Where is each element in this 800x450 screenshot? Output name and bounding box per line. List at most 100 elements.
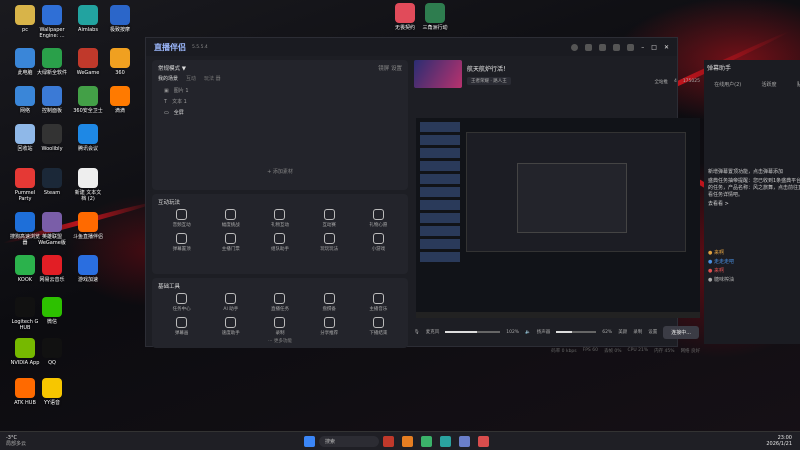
speaker-icon[interactable]: 🔈 <box>525 330 531 335</box>
feature-item[interactable]: 组队助手 <box>256 233 303 252</box>
desktop-icon[interactable]: 极致按摩 <box>100 5 140 33</box>
feature-item[interactable]: 礼物互动 <box>256 209 303 228</box>
search-box[interactable]: 搜索 <box>319 435 379 447</box>
live-companion-window[interactable]: 直播伴侣 5.5.5.4 – □ ✕ 常规模式 ▼ 镜屏 设置 我的场景 互动 … <box>145 37 800 354</box>
feature-item[interactable]: 直播任务 <box>256 293 303 312</box>
record-button[interactable]: 录制 <box>633 329 642 335</box>
add-material-button[interactable]: + 添加素材 <box>158 168 402 175</box>
user-entry[interactable]: ● 来啊 <box>704 267 800 276</box>
scene-mode-select[interactable]: 常规模式 ▼ <box>158 64 186 72</box>
feature-item[interactable]: 礼物心愿 <box>355 209 402 228</box>
desktop-icon[interactable]: 英雄联盟 WeGame版 <box>32 212 72 246</box>
user-entry[interactable]: ● 来啊 <box>704 249 800 258</box>
desktop-icon[interactable]: 360 <box>100 48 140 76</box>
feature-item[interactable]: AI 助手 <box>207 293 254 312</box>
scene-item[interactable]: ▭ 全屏 <box>158 107 402 118</box>
start-stream-button[interactable]: 连接中... <box>663 325 699 339</box>
app-icon <box>110 86 130 106</box>
speaker-volume-slider[interactable] <box>556 331 597 333</box>
view-link[interactable]: 去看看 > <box>704 200 800 209</box>
desktop-icon[interactable]: 新建 文本文 档 (2) <box>68 168 108 202</box>
pinned-app-icon[interactable] <box>402 435 413 447</box>
desktop-icon[interactable]: Wallpaper Engine: ... <box>32 5 72 39</box>
desktop-icon-label: 英雄联盟 WeGame版 <box>38 234 66 246</box>
user-entry[interactable]: ● 糖味榨油 <box>704 276 800 285</box>
tab-online-users[interactable]: 在线用户(2) <box>714 81 741 88</box>
feature-item[interactable]: 音频互动 <box>158 209 205 228</box>
desktop-icon[interactable]: 滴滴 <box>100 86 140 114</box>
beauty-button[interactable]: 美颜 <box>618 329 627 335</box>
stream-title[interactable]: 航天航炉行活！ <box>467 64 511 73</box>
notification-icon[interactable] <box>585 43 593 51</box>
promote-button[interactable]: 全站推 <box>654 79 668 85</box>
menu-icon[interactable] <box>627 43 635 51</box>
feature-item[interactable]: 分享推荐 <box>306 317 353 336</box>
desktop-icon[interactable]: YY语音 <box>32 378 72 406</box>
desktop-icon[interactable]: 斗鱼直播伴侣 <box>68 212 108 240</box>
desktop-icon[interactable]: Woolibly <box>32 124 72 152</box>
desktop-icon[interactable]: 网易云音乐 <box>32 255 72 283</box>
maximize-icon[interactable]: □ <box>651 44 657 51</box>
cover-thumbnail[interactable] <box>414 60 462 88</box>
mic-volume-slider[interactable] <box>445 331 501 333</box>
tab-my-scenes[interactable]: 我的场景 <box>158 75 178 82</box>
close-icon[interactable]: ✕ <box>664 44 669 51</box>
desktop-icon[interactable]: 三角洲行动 <box>415 3 455 31</box>
category-tag[interactable]: 王者荣耀 · 路人王 <box>467 76 511 85</box>
feature-label: 盘撰备 <box>322 307 336 312</box>
feature-item[interactable]: 弹幕画 <box>158 317 205 336</box>
avatar[interactable] <box>571 43 579 51</box>
feature-item[interactable]: 互动赛 <box>306 209 353 228</box>
feature-item[interactable]: 弹幕置顶 <box>158 233 205 252</box>
minimize-icon[interactable]: – <box>641 44 644 51</box>
settings-link[interactable]: 设置 <box>391 66 402 72</box>
desktop-icon[interactable]: Steam <box>32 168 72 196</box>
weather-widget[interactable]: -3°C 局部多云 <box>0 435 50 447</box>
tab-interact[interactable]: 互动 <box>186 75 196 82</box>
settings-button[interactable]: 设置 <box>648 329 657 335</box>
clock[interactable]: 23:00 2026/1/21 <box>766 435 800 447</box>
tab-play[interactable]: 玩法 器 <box>204 75 221 82</box>
pinned-app-icon[interactable] <box>459 435 470 447</box>
feature-item[interactable]: 主播音乐 <box>355 293 402 312</box>
pinned-app-icon[interactable] <box>421 435 432 447</box>
mirror-button[interactable]: 镜屏 <box>378 66 389 72</box>
feature-icon <box>372 317 384 328</box>
desktop-icon[interactable]: 大绿新全软件 <box>32 48 72 76</box>
scene-item[interactable]: ▣ 图片 1 <box>158 85 402 96</box>
support-icon[interactable] <box>599 43 607 51</box>
feature-item[interactable]: 小游戏 <box>355 233 402 252</box>
desktop-icon-label: 360 <box>115 70 125 76</box>
desktop-icon[interactable]: QQ <box>32 338 72 366</box>
mic-volume-value: 102% <box>506 329 520 335</box>
feature-item[interactable]: 任务中心 <box>158 293 205 312</box>
microphone-icon[interactable]: 🎙 <box>414 330 420 335</box>
start-icon[interactable] <box>304 435 315 447</box>
feature-item[interactable]: 速度助手 <box>207 317 254 336</box>
scene-item[interactable]: T 文本 1 <box>158 96 402 107</box>
desktop-icon[interactable]: 微信 <box>32 297 72 325</box>
feature-icon <box>323 293 335 304</box>
tab-activity[interactable]: 活跃度 <box>762 81 777 88</box>
more-functions-button[interactable]: ··· 更多功能 <box>158 338 402 344</box>
desktop-icon[interactable]: 腾讯会议 <box>68 124 108 152</box>
desktop-icon[interactable]: 控制面板 <box>32 86 72 114</box>
pinned-app-icon[interactable] <box>478 435 489 447</box>
feature-item[interactable]: 幅度挑战 <box>207 209 254 228</box>
feature-item[interactable]: 主播门票 <box>207 233 254 252</box>
user-entry[interactable]: ● 走走走吧 <box>704 258 800 267</box>
feature-icon <box>274 293 286 304</box>
feature-icon <box>323 209 335 220</box>
feature-item[interactable]: 下播结束 <box>355 317 402 336</box>
feature-icon <box>372 293 384 304</box>
stream-preview[interactable] <box>416 118 700 318</box>
feature-item[interactable]: 玩玩玩法 <box>306 233 353 252</box>
desktop-icon[interactable]: 游戏加速 <box>68 255 108 283</box>
skin-icon[interactable] <box>613 43 621 51</box>
feature-item[interactable]: 盘撰备 <box>306 293 353 312</box>
feature-icon <box>176 317 188 328</box>
right-panel: 弹幕助手 在线用户(2) 活跃度 贴图 新增弹幕置顶功能，点击弹幕添加 盛典任务… <box>704 60 800 344</box>
feature-item[interactable]: 录制 <box>256 317 303 336</box>
pinned-app-icon[interactable] <box>383 435 394 447</box>
pinned-app-icon[interactable] <box>440 435 451 447</box>
